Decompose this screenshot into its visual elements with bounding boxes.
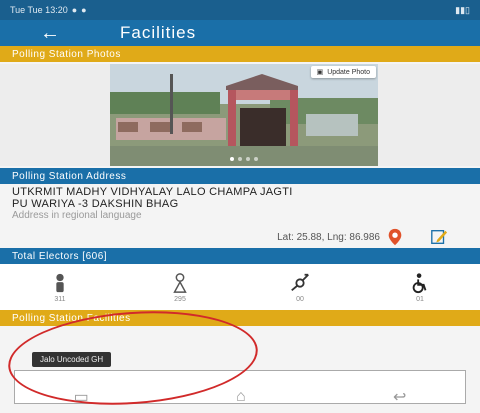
photos-section-header: Polling Station Photos [0, 46, 480, 62]
elector-item-female[interactable]: 295 [169, 272, 191, 303]
address-section-header: Polling Station Address [0, 168, 480, 184]
back-arrow-icon[interactable]: ← [40, 23, 60, 43]
battery-icon: ▮▮▯ [455, 4, 470, 15]
status-bar: Tue Tue 13:20 ● ● ▮▮▯ [0, 0, 480, 20]
elector-count: 311 [54, 295, 66, 303]
carousel-dot[interactable] [238, 157, 242, 161]
pwd-wheelchair-icon [412, 272, 427, 293]
elector-count: 01 [416, 295, 424, 303]
carousel-dot[interactable] [230, 157, 234, 161]
female-voter-icon [173, 272, 187, 293]
electors-row: 311 295 00 01 [0, 264, 480, 310]
edit-icon[interactable] [430, 228, 448, 246]
system-nav-bar: ▭ ⌂ ↩ [0, 386, 480, 407]
app-bar: ← Facilities [0, 20, 480, 46]
lat-lng-text: Lat: 25.88, Lng: 86.986 [277, 232, 380, 243]
back-nav-icon[interactable]: ↩ [393, 387, 406, 407]
map-pin-icon[interactable] [386, 228, 404, 246]
photo-carousel[interactable]: ▣ Update Photo [0, 64, 480, 166]
update-photo-button[interactable]: ▣ Update Photo [310, 66, 376, 78]
carousel-dot[interactable] [254, 157, 258, 161]
sync-icon: ● [81, 5, 87, 15]
carousel-dot[interactable] [246, 157, 250, 161]
polling-station-photo: ▣ Update Photo [110, 64, 378, 166]
elector-item-male[interactable]: 311 [49, 272, 71, 303]
building-photo-graphic [110, 64, 378, 166]
camera-icon: ▣ [316, 69, 324, 76]
elector-count: 00 [296, 295, 304, 303]
carousel-indicator [110, 157, 378, 161]
address-line-2: PU WARIYA -3 DAKSHIN BHAG [12, 198, 179, 210]
address-line-1: UTKRMIT MADHY VIDHYALAY LALO CHAMPA JAGT… [12, 186, 293, 198]
page-title: Facilities [120, 23, 197, 42]
electors-section-header: Total Electors [606] [0, 248, 480, 264]
recent-apps-icon[interactable]: ▭ [74, 387, 89, 407]
notification-icon: ● [71, 5, 78, 15]
male-voter-icon [56, 273, 64, 292]
elector-item-pwd[interactable]: 01 [409, 272, 431, 303]
third-gender-icon [291, 273, 309, 291]
elector-item-third-gender[interactable]: 00 [289, 272, 311, 303]
elector-count: 295 [174, 295, 186, 303]
home-icon[interactable]: ⌂ [236, 388, 246, 406]
update-photo-label: Update Photo [327, 68, 370, 76]
status-time: Tue Tue 13:20 [10, 5, 68, 15]
regional-address-field[interactable]: Address in regional language [12, 210, 142, 221]
